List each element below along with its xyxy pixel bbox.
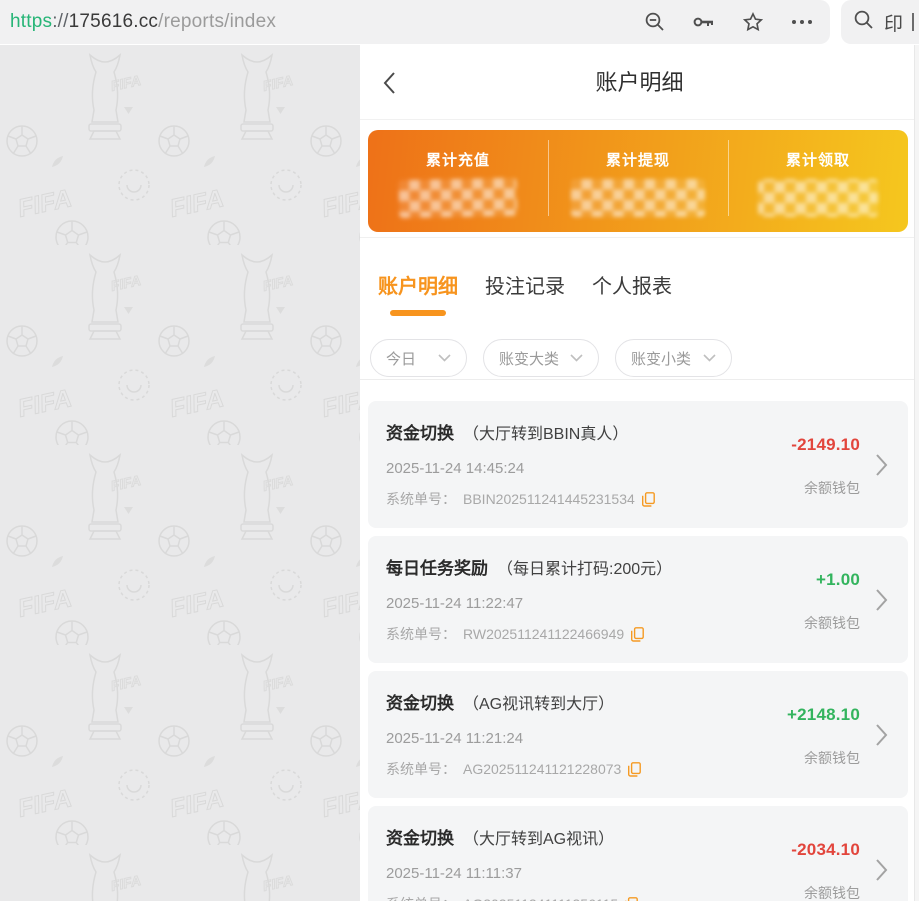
transaction-amount: -2149.10 [791, 435, 860, 455]
tab[interactable]: 个人报表 [592, 270, 672, 316]
address-bar[interactable]: https://175616.cc/reports/index [0, 0, 830, 44]
wallet-type: 余额钱包 [804, 613, 860, 633]
search-query-text: 印 [884, 9, 903, 36]
transaction-amount-block: -2034.10 余额钱包 [791, 840, 860, 901]
transaction-note: （大厅转到BBIN真人） [463, 420, 628, 444]
order-number: AG202511241111356115 [463, 896, 618, 901]
browser-search-box[interactable]: 印 [841, 0, 919, 44]
url-host: 175616.cc [69, 11, 158, 32]
url-separator: :// [52, 11, 68, 32]
page-title: 账户明细 [360, 45, 919, 120]
summary-item: 累计领取 [728, 130, 908, 232]
filter-label: 账变小类 [631, 348, 691, 369]
chevron-right-icon[interactable] [875, 453, 888, 482]
more-icon[interactable] [790, 18, 814, 26]
wallet-type: 余额钱包 [787, 748, 860, 768]
masked-amount [571, 179, 705, 217]
chevron-down-icon [570, 349, 583, 367]
star-icon[interactable] [742, 11, 764, 33]
transaction-amount: +1.00 [804, 570, 860, 590]
divider [360, 379, 919, 380]
summary-item: 累计提现 [548, 130, 728, 232]
url-path: /reports/index [158, 11, 276, 32]
tab[interactable]: 投注记录 [485, 270, 565, 316]
filter-label: 账变大类 [499, 348, 559, 369]
summary-card: 累计充值 累计提现 累计领取 [368, 130, 908, 232]
filter-dropdown[interactable]: 账变大类 [483, 339, 599, 377]
masked-amount [399, 178, 518, 218]
screen: https://175616.cc/reports/index [0, 0, 919, 901]
account-detail-panel: 账户明细 累计充值 累计提现 累计领取 账户明细 投注记录 个人报表 今日 [360, 45, 919, 901]
transaction-row[interactable]: 资金切换 （大厅转到BBIN真人） 2025-11-24 14:45:24 系统… [368, 401, 908, 528]
summary-label: 累计充值 [426, 149, 490, 170]
transaction-amount-block: -2149.10 余额钱包 [791, 435, 860, 498]
tab-bar: 账户明细 投注记录 个人报表 [360, 238, 919, 316]
chevron-down-icon [438, 349, 451, 367]
wallet-type: 余额钱包 [791, 478, 860, 498]
address-bar-icons [644, 11, 814, 33]
summary-item: 累计充值 [368, 130, 548, 232]
transaction-amount: -2034.10 [791, 840, 860, 860]
transaction-note: （每日累计打码:200元） [497, 555, 672, 579]
copy-icon[interactable] [642, 492, 655, 507]
url-scheme: https [10, 11, 52, 32]
filter-dropdown[interactable]: 账变小类 [615, 339, 732, 377]
active-tab-underline [390, 310, 446, 316]
wallet-type: 余额钱包 [791, 883, 860, 901]
back-button[interactable] [382, 71, 400, 95]
filter-label: 今日 [386, 348, 416, 369]
order-label: 系统单号： [386, 894, 456, 901]
fifa-watermark-background: FIFA FIFA [0, 45, 360, 901]
summary-label: 累计领取 [786, 149, 850, 170]
copy-icon[interactable] [625, 897, 638, 901]
transaction-note: （AG视讯转到大厅） [463, 690, 614, 714]
transaction-title: 资金切换 [386, 419, 454, 444]
url-text[interactable]: https://175616.cc/reports/index [10, 11, 276, 33]
tab-label: 投注记录 [485, 270, 565, 299]
search-icon [853, 9, 875, 36]
chevron-right-icon[interactable] [875, 588, 888, 617]
zoom-out-icon[interactable] [644, 11, 666, 33]
order-number: BBIN202511241445231534 [463, 491, 635, 507]
order-label: 系统单号： [386, 489, 456, 509]
scrollbar-track[interactable] [914, 45, 919, 901]
order-label: 系统单号： [386, 624, 456, 644]
clipped-glyph [912, 13, 915, 31]
order-number: RW202511241122466949 [463, 626, 624, 642]
copy-icon[interactable] [631, 627, 644, 642]
transaction-title: 每日任务奖励 [386, 554, 488, 579]
filter-dropdown[interactable]: 今日 [370, 339, 467, 377]
transaction-row[interactable]: 资金切换 （大厅转到AG视讯） 2025-11-24 11:11:37 系统单号… [368, 806, 908, 901]
masked-amount [758, 179, 878, 217]
tab-label: 账户明细 [378, 270, 458, 299]
filter-bar: 今日 账变大类 账变小类 [360, 339, 919, 377]
chevron-right-icon[interactable] [875, 723, 888, 752]
chevron-down-icon [703, 349, 716, 367]
transaction-amount-block: +1.00 余额钱包 [804, 570, 860, 633]
page-header: 账户明细 [360, 45, 919, 120]
copy-icon[interactable] [628, 762, 641, 777]
chevron-right-icon[interactable] [875, 858, 888, 887]
key-icon[interactable] [692, 13, 716, 31]
transaction-row[interactable]: 资金切换 （AG视讯转到大厅） 2025-11-24 11:21:24 系统单号… [368, 671, 908, 798]
transaction-list: 资金切换 （大厅转到BBIN真人） 2025-11-24 14:45:24 系统… [360, 401, 919, 901]
transaction-note: （大厅转到AG视讯） [463, 825, 614, 849]
browser-topbar: https://175616.cc/reports/index [0, 0, 919, 45]
tab[interactable]: 账户明细 [378, 270, 458, 316]
order-number: AG202511241121228073 [463, 761, 621, 777]
summary-label: 累计提现 [606, 149, 670, 170]
transaction-amount-block: +2148.10 余额钱包 [787, 705, 860, 768]
transaction-title: 资金切换 [386, 824, 454, 849]
transaction-row[interactable]: 每日任务奖励 （每日累计打码:200元） 2025-11-24 11:22:47… [368, 536, 908, 663]
transaction-amount: +2148.10 [787, 705, 860, 725]
tab-label: 个人报表 [592, 270, 672, 299]
order-label: 系统单号： [386, 759, 456, 779]
transaction-title: 资金切换 [386, 689, 454, 714]
